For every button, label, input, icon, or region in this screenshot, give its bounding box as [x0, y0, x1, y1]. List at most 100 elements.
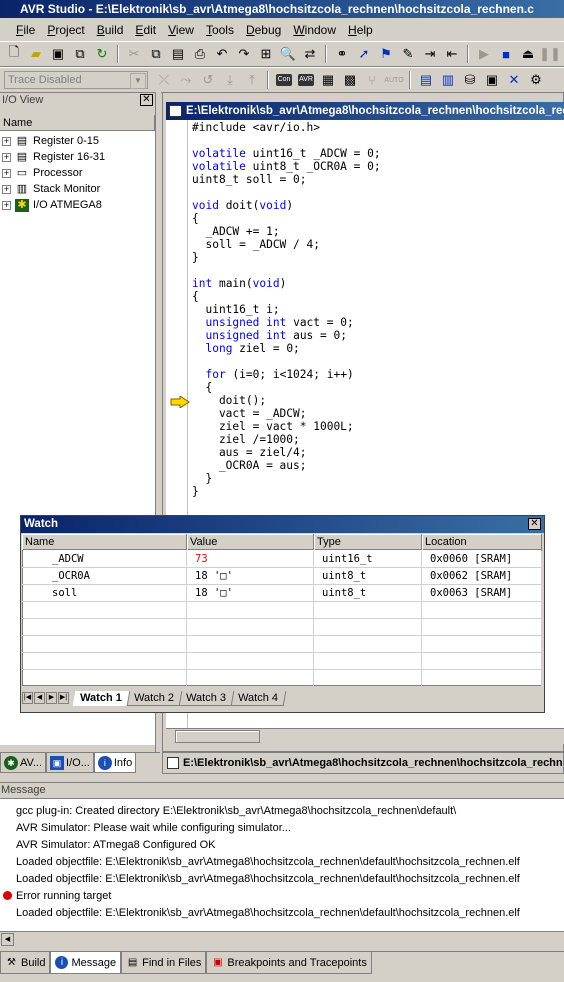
- code-line[interactable]: _OCR0A = aus;: [192, 459, 564, 472]
- con-icon[interactable]: Con: [274, 70, 294, 90]
- io-item-stack-monitor[interactable]: + ▥ Stack Monitor: [0, 181, 100, 197]
- registers-icon[interactable]: ▩: [340, 70, 360, 90]
- processor-view-icon[interactable]: ▣: [482, 70, 502, 90]
- trace-down-icon[interactable]: ⤓: [220, 70, 240, 90]
- column-location[interactable]: Location: [422, 534, 542, 550]
- menu-edit[interactable]: Edit: [129, 20, 162, 40]
- expand-icon[interactable]: +: [2, 168, 11, 178]
- watch-title[interactable]: Watch: [21, 516, 544, 533]
- watch-row[interactable]: soll 18 '□' uint8_t 0x0063 [SRAM]: [22, 585, 542, 602]
- cut-icon[interactable]: ✂: [124, 44, 144, 64]
- redo-icon[interactable]: ↷: [234, 44, 254, 64]
- tab-watch-1[interactable]: Watch 1: [72, 690, 131, 706]
- tab-io[interactable]: ▣ I/O...: [46, 753, 94, 773]
- menu-file[interactable]: File: [10, 20, 41, 40]
- watch-row[interactable]: _OCR0A 18 '□' uint8_t 0x0062 [SRAM]: [22, 568, 542, 585]
- expand-icon[interactable]: +: [2, 152, 11, 162]
- io-item-processor[interactable]: + ▭ Processor: [0, 165, 83, 181]
- code-line[interactable]: volatile uint8_t _OCR0A = 0;: [192, 160, 564, 173]
- menu-tools[interactable]: Tools: [200, 20, 240, 40]
- tab-info[interactable]: i Info: [93, 753, 137, 773]
- scroll-left-icon[interactable]: ◀: [1, 933, 14, 946]
- trace-icon[interactable]: ⤫: [154, 70, 174, 90]
- column-value[interactable]: Value: [187, 534, 314, 550]
- code-line[interactable]: [192, 186, 564, 199]
- menu-build[interactable]: Build: [91, 20, 130, 40]
- remove-breakpoints-icon[interactable]: ✕: [504, 70, 524, 90]
- watch-empty-row[interactable]: [22, 670, 542, 687]
- window-layout-icon[interactable]: ⊞: [256, 44, 276, 64]
- column-name[interactable]: Name: [22, 534, 187, 550]
- stop-icon[interactable]: ■: [496, 44, 516, 64]
- code-line[interactable]: volatile uint16_t _ADCW = 0;: [192, 147, 564, 160]
- chip-icon[interactable]: ▦: [318, 70, 338, 90]
- code-line[interactable]: long ziel = 0;: [192, 342, 564, 355]
- code-line[interactable]: uint8_t soll = 0;: [192, 173, 564, 186]
- code-line[interactable]: #include <avr/io.h>: [192, 121, 564, 134]
- io-item-io-atmega8[interactable]: + ✱ I/O ATMEGA8: [0, 197, 102, 213]
- watch-icon[interactable]: ⛁: [460, 70, 480, 90]
- code-line[interactable]: {: [192, 290, 564, 303]
- tab-message[interactable]: i Message: [50, 952, 122, 974]
- reset-icon[interactable]: ⏏: [518, 44, 538, 64]
- paste-icon[interactable]: ▤: [168, 44, 188, 64]
- code-line[interactable]: {: [192, 212, 564, 225]
- editor-hscroll-thumb[interactable]: [175, 730, 260, 743]
- settings-icon[interactable]: ⚙: [526, 70, 546, 90]
- auto-icon[interactable]: AUTO: [384, 70, 404, 90]
- code-line[interactable]: void doit(void): [192, 199, 564, 212]
- find-in-files-icon[interactable]: ⚭: [332, 44, 352, 64]
- watch-close-icon[interactable]: ✕: [528, 518, 541, 530]
- tab-watch-2[interactable]: Watch 2: [126, 690, 183, 706]
- code-line[interactable]: }: [192, 251, 564, 264]
- menu-debug[interactable]: Debug: [240, 20, 287, 40]
- io-view-close-icon[interactable]: ✕: [140, 94, 153, 106]
- io-view-column-name[interactable]: Name: [0, 115, 155, 131]
- replace-icon[interactable]: ⇄: [300, 44, 320, 64]
- watch-empty-row[interactable]: [22, 636, 542, 653]
- last-tab-icon[interactable]: ▶|: [58, 692, 69, 704]
- code-line[interactable]: aus = ziel/4;: [192, 446, 564, 459]
- copy-icon[interactable]: ⧉: [146, 44, 166, 64]
- code-line[interactable]: {: [192, 381, 564, 394]
- menu-help[interactable]: Help: [342, 20, 379, 40]
- editor-file-tab[interactable]: E:\Elektronik\sb_avr\Atmega8\hochsitzcol…: [162, 752, 564, 774]
- code-area[interactable]: #include <avr/io.h> volatile uint16_t _A…: [192, 121, 564, 498]
- menu-project[interactable]: Project: [41, 20, 90, 40]
- code-line[interactable]: vact = _ADCW;: [192, 407, 564, 420]
- bookmark-icon[interactable]: ⚑: [376, 44, 396, 64]
- watch-value[interactable]: 18 '□': [187, 568, 314, 585]
- code-line[interactable]: }: [192, 485, 564, 498]
- code-line[interactable]: [192, 134, 564, 147]
- first-tab-icon[interactable]: |◀: [22, 692, 33, 704]
- code-line[interactable]: soll = _ADCW / 4;: [192, 238, 564, 251]
- message-hscrollbar[interactable]: [0, 931, 564, 947]
- code-line[interactable]: uint16_t i;: [192, 303, 564, 316]
- save-icon[interactable]: ▣: [48, 44, 68, 64]
- outdent-icon[interactable]: ⇤: [442, 44, 462, 64]
- expand-icon[interactable]: +: [2, 200, 11, 210]
- branch-icon[interactable]: ⑂: [362, 70, 382, 90]
- expand-icon[interactable]: +: [2, 184, 11, 194]
- trace-back-icon[interactable]: ↺: [198, 70, 218, 90]
- run-icon[interactable]: ▶: [474, 44, 494, 64]
- disassembler-icon[interactable]: ▤: [416, 70, 436, 90]
- code-line[interactable]: unsigned int aus = 0;: [192, 329, 564, 342]
- watch-value[interactable]: 18 '□': [187, 585, 314, 602]
- watch-empty-row[interactable]: [22, 653, 542, 670]
- watch-empty-row[interactable]: [22, 619, 542, 636]
- tab-build[interactable]: ⚒ Build: [0, 952, 51, 974]
- prev-tab-icon[interactable]: ◀: [34, 692, 45, 704]
- menu-view[interactable]: View: [162, 20, 200, 40]
- code-line[interactable]: [192, 355, 564, 368]
- find-icon[interactable]: 🔍: [278, 44, 298, 64]
- code-line[interactable]: unsigned int vact = 0;: [192, 316, 564, 329]
- tab-breakpoints[interactable]: ▣ Breakpoints and Tracepoints: [206, 952, 372, 974]
- tab-find-in-files[interactable]: ▤ Find in Files: [121, 952, 207, 974]
- print-icon[interactable]: ⎙: [190, 44, 210, 64]
- goto-icon[interactable]: ➚: [354, 44, 374, 64]
- reload-icon[interactable]: ↻: [92, 44, 112, 64]
- trace-step-icon[interactable]: ⤳: [176, 70, 196, 90]
- indent-icon[interactable]: ⇥: [420, 44, 440, 64]
- io-item-register-0-15[interactable]: + ▤ Register 0-15: [0, 133, 99, 149]
